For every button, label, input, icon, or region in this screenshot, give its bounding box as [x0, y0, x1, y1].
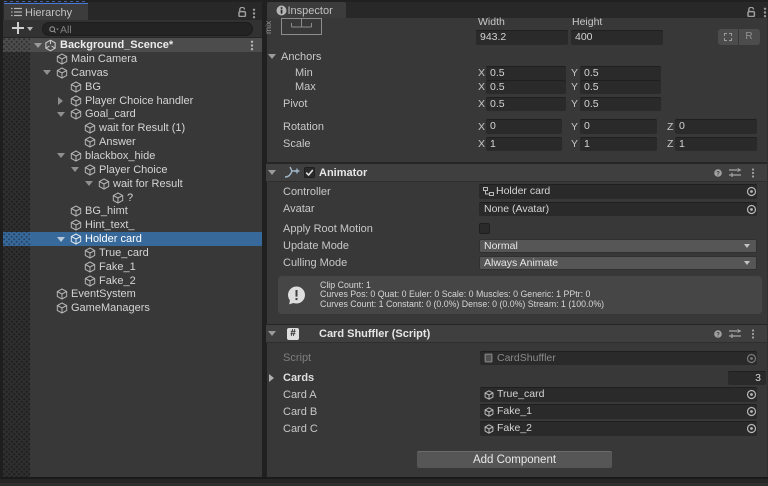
- svg-text:?: ?: [716, 170, 720, 177]
- svg-text:?: ?: [716, 331, 720, 338]
